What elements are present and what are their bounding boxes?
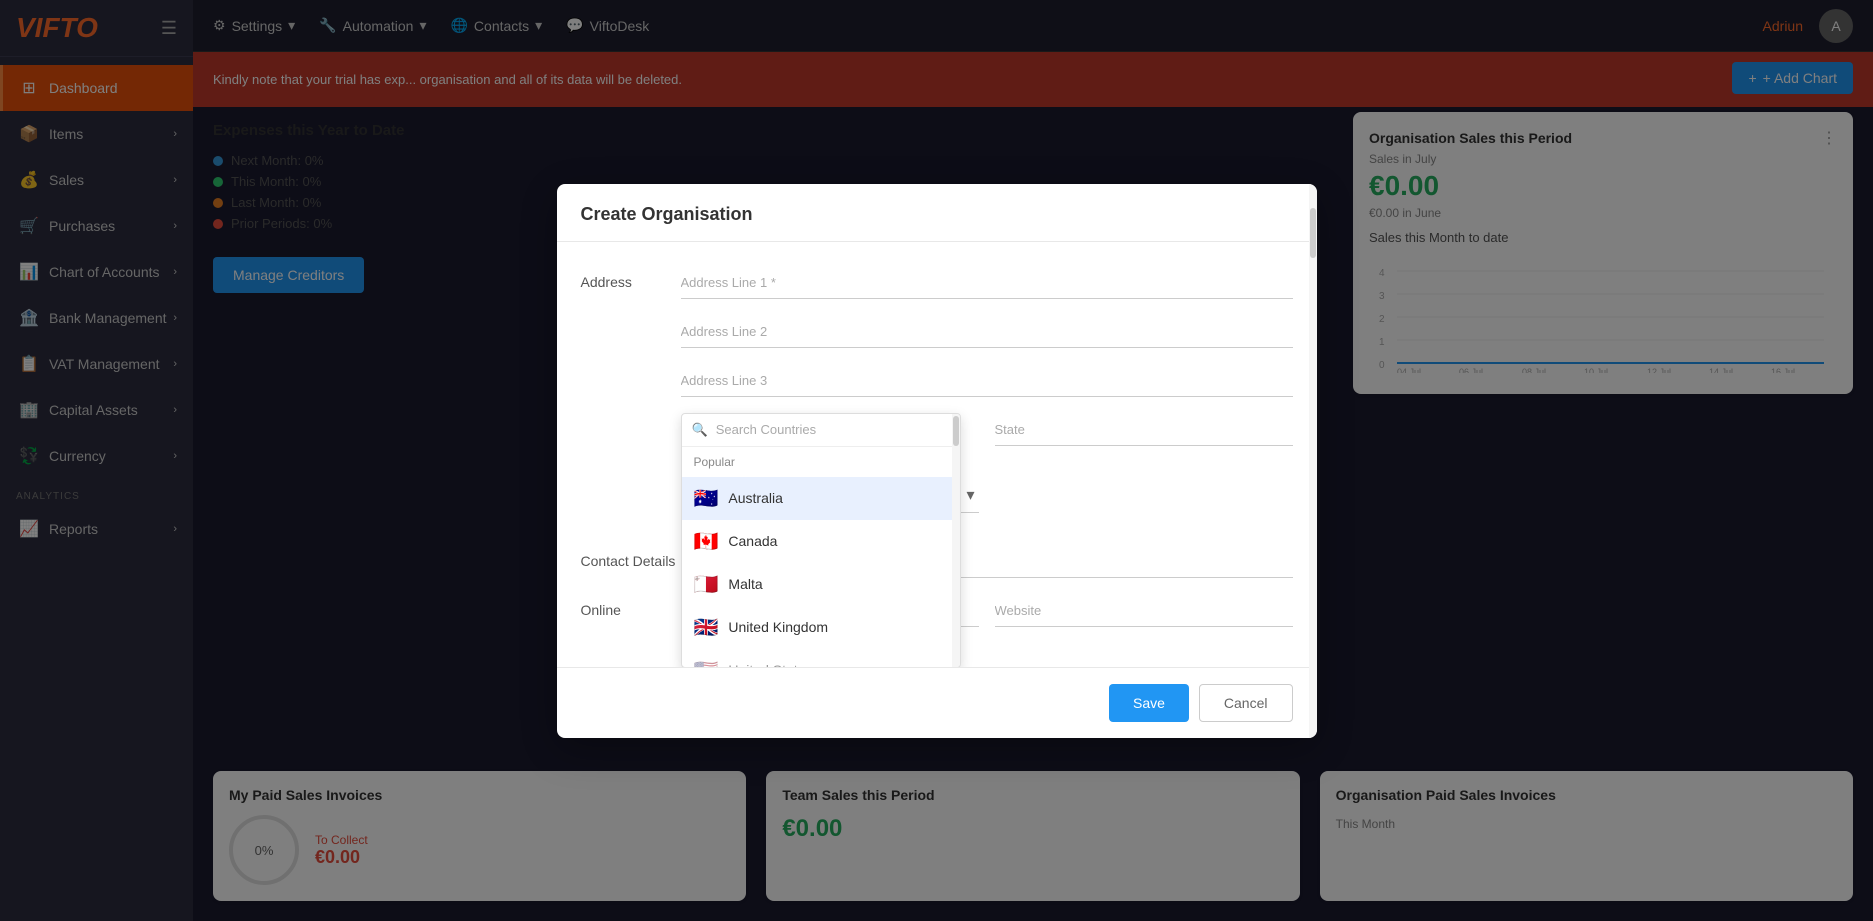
country-list: Popular 🇦🇺 Australia 🇨🇦 Canada bbox=[682, 447, 960, 667]
address-line2-input[interactable] bbox=[681, 315, 1293, 348]
website-group bbox=[995, 594, 1293, 627]
flag-canada: 🇨🇦 bbox=[694, 529, 719, 554]
modal-footer: Save Cancel bbox=[557, 667, 1317, 738]
cancel-button[interactable]: Cancel bbox=[1199, 684, 1293, 722]
country-name-us: United States bbox=[728, 662, 812, 667]
country-name-malta: Malta bbox=[728, 576, 762, 592]
modal-scrollbar bbox=[1309, 184, 1317, 738]
country-item-uk[interactable]: 🇬🇧 United Kingdom bbox=[682, 606, 960, 649]
country-item-malta[interactable]: 🇲🇹 Malta bbox=[682, 563, 960, 606]
country-popular-header: Popular bbox=[682, 447, 960, 477]
modal-header: Create Organisation bbox=[557, 184, 1317, 242]
address-section: Address 🔍 bbox=[581, 266, 1293, 529]
address-line3-input[interactable] bbox=[681, 364, 1293, 397]
dropdown-scroll-thumb bbox=[953, 416, 959, 446]
modal-body: Address 🔍 bbox=[557, 242, 1317, 667]
country-name-canada: Canada bbox=[728, 533, 777, 549]
flag-australia: 🇦🇺 bbox=[694, 486, 719, 511]
state-input[interactable] bbox=[995, 413, 1293, 446]
flag-uk: 🇬🇧 bbox=[694, 615, 719, 640]
modal-title: Create Organisation bbox=[581, 204, 1293, 225]
contact-label: Contact Details bbox=[581, 553, 676, 569]
country-search-dropdown: 🔍 Popular 🇦🇺 bbox=[681, 413, 961, 667]
state-field bbox=[995, 413, 1293, 446]
address-fields: 🔍 Popular 🇦🇺 bbox=[681, 266, 1293, 529]
save-button[interactable]: Save bbox=[1109, 684, 1189, 722]
country-search-input[interactable] bbox=[716, 422, 950, 437]
website-input[interactable] bbox=[995, 594, 1293, 627]
flag-us: 🇺🇸 bbox=[694, 658, 719, 667]
flag-malta: 🇲🇹 bbox=[694, 572, 719, 597]
country-item-australia[interactable]: 🇦🇺 Australia bbox=[682, 477, 960, 520]
create-organisation-modal: Create Organisation Address bbox=[557, 184, 1317, 738]
country-item-us[interactable]: 🇺🇸 United States bbox=[682, 649, 960, 667]
search-icon: 🔍 bbox=[692, 422, 708, 438]
country-name-uk: United Kingdom bbox=[728, 619, 828, 635]
country-state-row: 🔍 Popular 🇦🇺 bbox=[681, 413, 1293, 446]
address-label: Address bbox=[581, 274, 661, 290]
country-name-australia: Australia bbox=[728, 490, 782, 506]
country-item-canada[interactable]: 🇨🇦 Canada bbox=[682, 520, 960, 563]
online-label: Online bbox=[581, 602, 661, 618]
address-line1-input[interactable] bbox=[681, 266, 1293, 299]
modal-scroll-thumb bbox=[1310, 208, 1316, 258]
dropdown-scrollbar-track bbox=[952, 414, 960, 667]
modal-overlay[interactable]: Create Organisation Address bbox=[0, 0, 1873, 921]
country-search-wrapper: 🔍 bbox=[682, 414, 960, 447]
